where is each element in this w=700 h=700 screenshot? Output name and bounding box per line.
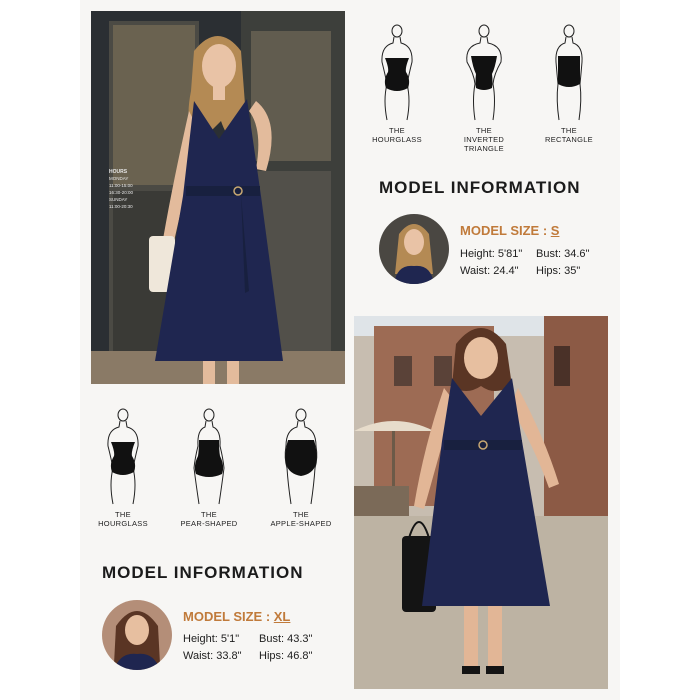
svg-text:MONDAY: MONDAY [109,176,128,181]
body-shape-hourglass-2: THE HOURGLASS [83,406,163,528]
body-shape-label: THE RECTANGLE [545,126,593,144]
model-avatar-curvy [102,600,172,670]
bust-value: Bust: 34.6" [536,248,590,260]
model-avatar-slim [379,214,449,284]
body-shape-label: THE INVERTED TRIANGLE [463,126,505,153]
model-size-row: MODEL SIZE : S [460,223,559,238]
hourglass-figure-icon [381,24,413,121]
svg-text:HOURS: HOURS [109,169,128,175]
apple-figure-icon [284,408,318,505]
hourglass-figure-icon [107,408,139,505]
hips-value: Hips: 46.8" [259,650,313,662]
svg-text:11:00-20:30: 11:00-20:30 [109,204,133,209]
svg-text:11:00-15:00: 11:00-15:00 [109,183,133,188]
body-shape-label: THE HOURGLASS [372,126,422,144]
model-size-value: XL [273,609,291,624]
body-shape-rectangle: THE RECTANGLE [529,22,609,144]
model-photo-curvy [354,316,608,689]
svg-text:SUNDAY: SUNDAY [109,197,127,202]
rectangle-figure-icon [555,24,583,121]
svg-text:16:30-20:00: 16:30-20:00 [109,190,134,195]
model-size-label: MODEL SIZE : [460,223,551,238]
pear-figure-icon [193,408,225,505]
body-shape-apple: THE APPLE-SHAPED [261,406,341,528]
model-size-label: MODEL SIZE : [183,609,274,624]
inverted-triangle-figure-icon [466,24,502,121]
model-size-value: S [550,223,560,238]
waist-value: Waist: 24.4" [460,265,519,277]
body-shape-pear: THE PEAR-SHAPED [169,406,249,528]
product-image: HOURS MONDAY 11:00-15:00 16:30-20:00 SUN… [0,0,700,700]
body-shape-label: THE APPLE-SHAPED [270,510,332,528]
body-shape-inverted-triangle: THE INVERTED TRIANGLE [444,22,524,153]
model-info-heading: MODEL INFORMATION [379,178,581,197]
body-shape-label: THE HOURGLASS [98,510,148,528]
height-value: Height: 5'1" [183,633,240,645]
model-size-row-2: MODEL SIZE : XL [183,609,290,624]
height-value: Height: 5'81" [460,248,523,260]
hips-value: Hips: 35" [536,265,581,277]
model-measurements: Height: 5'81" Bust: 34.6" Waist: 24.4" Hip… [460,246,589,280]
body-shape-hourglass: THE HOURGLASS [357,22,437,144]
model-measurements-2: Height: 5'1" Bust: 43.3" Waist: 33.8" Hips… [183,631,312,665]
model-photo-slim: HOURS MONDAY 11:00-15:00 16:30-20:00 SUN… [91,11,345,384]
model-info-heading-2: MODEL INFORMATION [102,563,304,582]
bust-value: Bust: 43.3" [259,633,313,645]
body-shape-label: THE PEAR-SHAPED [180,510,238,528]
waist-value: Waist: 33.8" [183,650,242,662]
